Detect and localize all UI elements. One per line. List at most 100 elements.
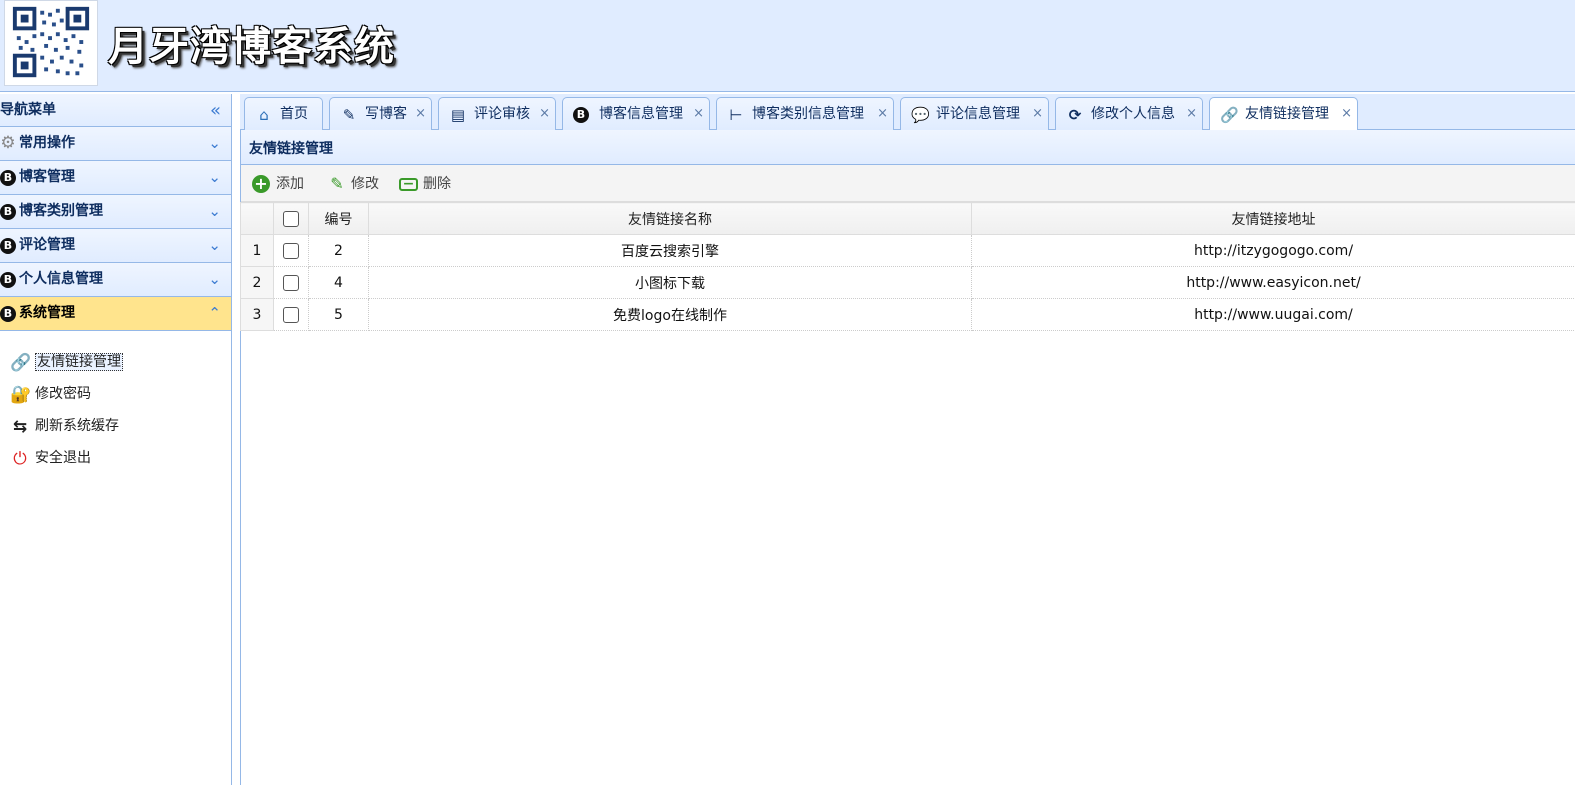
checkbox-cell xyxy=(273,266,309,299)
add-button[interactable]: + 添加 xyxy=(252,172,304,196)
sidebar-title: 导航菜单 xyxy=(0,102,56,118)
column-header-url[interactable]: 友情链接地址 xyxy=(971,202,1575,235)
tab-home[interactable]: ⌂ 首页 xyxy=(244,97,323,130)
tab-write-blog[interactable]: ✎ 写博客 × xyxy=(329,97,432,130)
section-label: 系统管理 xyxy=(19,305,75,321)
section-common-operations[interactable]: ⚙ 常用操作 ⌄ xyxy=(0,127,231,161)
table-row[interactable]: 1 2 百度云搜索引擎 http://itzygogogo.com/ xyxy=(240,234,1575,267)
tab-comment-review[interactable]: ▤ 评论审核 × xyxy=(438,97,556,130)
delete-label: 删除 xyxy=(423,176,451,192)
close-icon[interactable]: × xyxy=(693,98,704,130)
chevron-down-icon: ⌄ xyxy=(208,202,221,220)
row-checkbox[interactable] xyxy=(283,242,299,259)
link-icon: 🔗 xyxy=(10,353,32,373)
section-system-management[interactable]: B 系统管理 ⌃ xyxy=(0,297,231,331)
cell-name: 免费logo在线制作 xyxy=(368,298,972,331)
table-header-row: 编号 友情链接名称 友情链接地址 xyxy=(240,202,1575,235)
lock-icon: 🔐 xyxy=(10,385,32,405)
row-checkbox[interactable] xyxy=(283,274,299,291)
section-label: 博客类别管理 xyxy=(19,203,103,219)
tab-label: 修改个人信息 xyxy=(1091,106,1175,122)
close-icon[interactable]: × xyxy=(1032,98,1043,130)
chevron-down-icon: ⌄ xyxy=(208,134,221,152)
blogger-icon: B xyxy=(0,204,16,220)
section-comment-management[interactable]: B 评论管理 ⌄ xyxy=(0,229,231,263)
close-icon[interactable]: × xyxy=(877,98,888,130)
cell-id: 2 xyxy=(308,234,369,267)
section-label: 评论管理 xyxy=(19,237,75,253)
cell-id: 4 xyxy=(308,266,369,299)
submenu-label: 友情链接管理 xyxy=(35,353,123,371)
cell-url: http://www.uugai.com/ xyxy=(971,298,1575,331)
tab-label: 评论信息管理 xyxy=(936,106,1020,122)
tab-comment-info-management[interactable]: 💬 评论信息管理 × xyxy=(900,97,1049,130)
tab-friend-link-management[interactable]: 🔗 友情链接管理 × xyxy=(1209,97,1358,131)
section-personal-info-management[interactable]: B 个人信息管理 ⌄ xyxy=(0,263,231,297)
rownum-header xyxy=(240,202,274,235)
link-icon: 🔗 xyxy=(1220,106,1239,124)
blogger-icon: B xyxy=(0,238,16,254)
comment-icon: 💬 xyxy=(911,106,930,124)
friend-link-table: 编号 友情链接名称 友情链接地址 1 2 百度云搜索引擎 http://itzy… xyxy=(240,202,1575,331)
sidebar-header: 导航菜单 « xyxy=(0,94,231,127)
site-title: 月牙湾博客系统 xyxy=(108,23,395,70)
tab-label: 博客类别信息管理 xyxy=(752,106,864,122)
column-header-name[interactable]: 友情链接名称 xyxy=(368,202,972,235)
section-blog-management[interactable]: B 博客管理 ⌄ xyxy=(0,161,231,195)
submenu-refresh-cache[interactable]: ⇆ 刷新系统缓存 xyxy=(0,411,231,443)
edit-icon: ✎ xyxy=(342,106,356,124)
submenu-change-password[interactable]: 🔐 修改密码 xyxy=(0,379,231,411)
tab-edit-personal-info[interactable]: ⟳ 修改个人信息 × xyxy=(1055,97,1203,130)
main-area: ⌂ 首页 ✎ 写博客 × ▤ 评论审核 × B 博客信息管理 × ⊢ 博客类别信… xyxy=(240,94,1575,785)
close-icon[interactable]: × xyxy=(415,98,426,130)
submenu-logout[interactable]: ⏻ 安全退出 xyxy=(0,443,231,475)
tab-blog-category-management[interactable]: ⊢ 博客类别信息管理 × xyxy=(716,97,894,130)
collapse-sidebar-icon[interactable]: « xyxy=(210,94,221,127)
section-label: 个人信息管理 xyxy=(19,271,103,287)
tab-blog-info-management[interactable]: B 博客信息管理 × xyxy=(562,97,710,130)
cell-url: http://www.easyicon.net/ xyxy=(971,266,1575,299)
blogger-icon: B xyxy=(0,272,16,288)
exit-icon: ⏻ xyxy=(13,449,27,469)
refresh-icon: ⟳ xyxy=(1068,106,1082,124)
row-number: 2 xyxy=(240,266,274,299)
row-number: 1 xyxy=(240,234,274,267)
tab-label: 写博客 xyxy=(365,106,407,122)
close-icon[interactable]: × xyxy=(1186,98,1197,130)
blogger-icon: B xyxy=(573,107,589,123)
close-icon[interactable]: × xyxy=(1341,98,1352,130)
review-icon: ▤ xyxy=(450,106,466,124)
column-header-id[interactable]: 编号 xyxy=(308,202,369,235)
tab-label: 首页 xyxy=(280,106,308,122)
cell-name: 小图标下载 xyxy=(368,266,972,299)
plus-icon: + xyxy=(252,175,270,193)
section-blog-category-management[interactable]: B 博客类别管理 ⌄ xyxy=(0,195,231,229)
select-all-checkbox[interactable] xyxy=(283,210,299,227)
tree-icon: ⊢ xyxy=(729,106,743,124)
pencil-icon: ✎ xyxy=(330,174,344,193)
cell-name: 百度云搜索引擎 xyxy=(368,234,972,267)
chevron-down-icon: ⌄ xyxy=(208,168,221,186)
section-label: 博客管理 xyxy=(19,169,75,185)
edit-button[interactable]: ✎ 修改 xyxy=(327,172,379,196)
section-label: 常用操作 xyxy=(19,135,75,151)
tab-label: 友情链接管理 xyxy=(1245,106,1329,122)
toolbar: + 添加 ✎ 修改 − 删除 xyxy=(241,165,1575,202)
row-checkbox[interactable] xyxy=(283,306,299,323)
minus-icon: − xyxy=(399,177,418,191)
chevron-up-icon: ⌃ xyxy=(208,304,221,322)
table-row[interactable]: 3 5 免费logo在线制作 http://www.uugai.com/ xyxy=(240,298,1575,331)
delete-button[interactable]: − 删除 xyxy=(399,172,451,196)
edit-label: 修改 xyxy=(351,176,379,192)
table-row[interactable]: 2 4 小图标下载 http://www.easyicon.net/ xyxy=(240,266,1575,299)
tab-label: 评论审核 xyxy=(474,106,530,122)
submenu-link-management[interactable]: 🔗 友情链接管理 xyxy=(0,347,231,379)
panel-title: 友情链接管理 xyxy=(241,130,1575,165)
close-icon[interactable]: × xyxy=(539,98,550,130)
navigation-sidebar: 导航菜单 « ⚙ 常用操作 ⌄ B 博客管理 ⌄ B 博客类别管理 ⌄ B 评论… xyxy=(0,94,232,785)
app-header: 月牙湾博客系统 xyxy=(0,0,1575,92)
add-label: 添加 xyxy=(276,176,304,192)
submenu-label: 刷新系统缓存 xyxy=(35,418,119,434)
chevron-down-icon: ⌄ xyxy=(208,236,221,254)
blogger-icon: B xyxy=(0,306,16,322)
